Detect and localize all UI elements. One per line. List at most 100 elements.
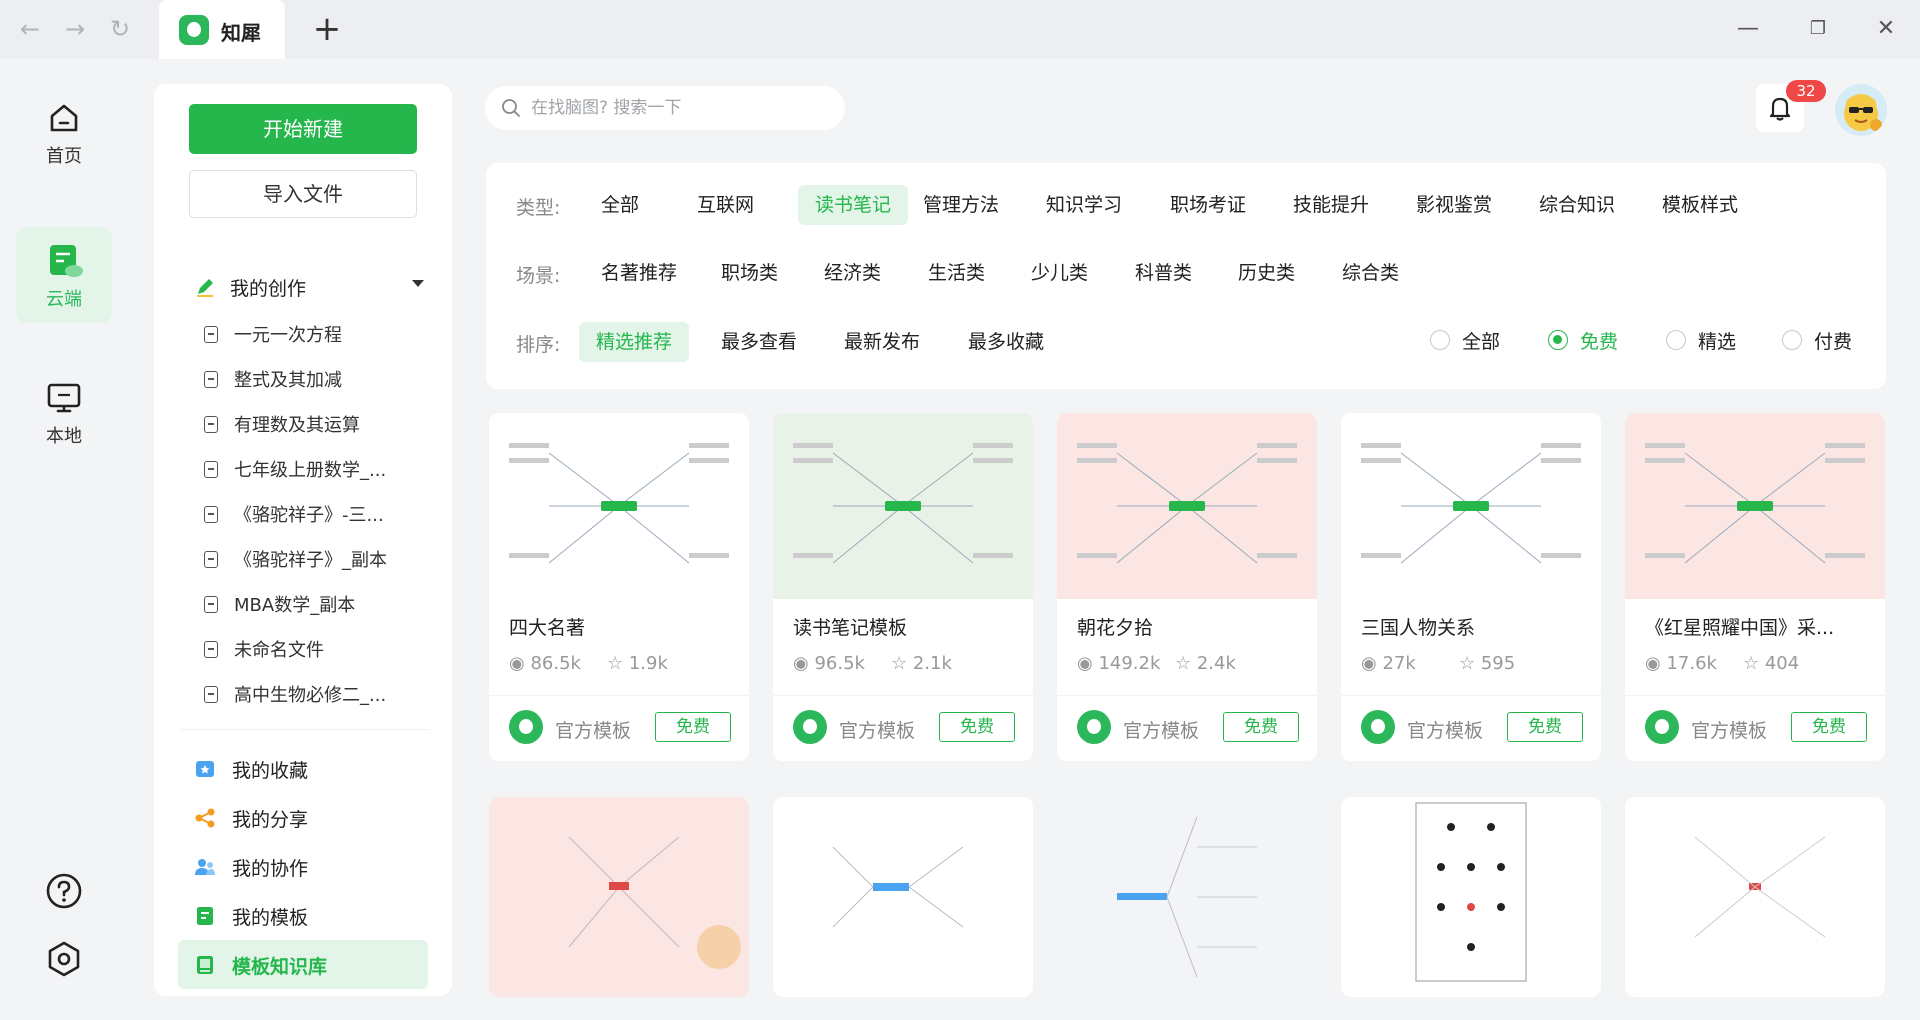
template-card[interactable]: 《红星照耀中国》采... ◉ 17.6k ☆ 404 官方模板 免费 — [1625, 413, 1885, 761]
template-card[interactable] — [1057, 797, 1317, 997]
file-item[interactable]: 未命名文件 — [204, 632, 404, 677]
file-item[interactable]: MBA数学_副本 — [204, 587, 404, 632]
type-chip[interactable]: 知识学习 — [1029, 185, 1139, 225]
scene-chip[interactable]: 名著推荐 — [584, 253, 694, 293]
eye-icon: ◉ — [793, 653, 815, 674]
rail-item-local[interactable]: 本地 — [16, 364, 112, 460]
sort-chip-active[interactable]: 精选推荐 — [579, 322, 690, 362]
template-card[interactable] — [1625, 797, 1885, 997]
scene-chip[interactable]: 历史类 — [1221, 253, 1312, 293]
template-card[interactable] — [773, 797, 1033, 997]
sidebar-item-collaborate[interactable]: 我的协作 — [178, 842, 428, 891]
type-chip[interactable]: 综合知识 — [1522, 185, 1632, 225]
scene-chip[interactable]: 少儿类 — [1014, 253, 1105, 293]
template-card[interactable]: 读书笔记模板 ◉ 96.5k ☆ 2.1k 官方模板 免费 — [773, 413, 1033, 761]
left-rail: 首页 云端 本地 — [0, 59, 128, 1020]
sidebar-item-templates[interactable]: 我的模板 — [178, 891, 428, 940]
help-icon[interactable] — [44, 871, 84, 911]
file-item[interactable]: 《骆驼祥子》-三... — [204, 497, 404, 542]
scene-chip[interactable]: 科普类 — [1118, 253, 1209, 293]
settings-icon[interactable] — [44, 939, 84, 979]
type-chip[interactable]: 管理方法 — [906, 185, 1016, 225]
star-icon: ☆ — [607, 653, 629, 674]
scene-chip[interactable]: 经济类 — [807, 253, 898, 293]
sort-chip[interactable]: 最多收藏 — [951, 322, 1061, 362]
eye-icon: ◉ — [1361, 653, 1383, 674]
file-item[interactable]: 《骆驼祥子》_副本 — [204, 542, 404, 587]
official-logo-icon — [793, 710, 827, 744]
sidebar-item-label: 模板知识库 — [232, 956, 328, 978]
radio-dot — [1548, 330, 1568, 350]
template-card[interactable] — [489, 797, 749, 997]
type-chip[interactable]: 互联网 — [680, 185, 771, 225]
file-item[interactable]: 高中生物必修二_... — [204, 677, 404, 722]
new-tab-button[interactable]: + — [312, 10, 342, 48]
star-count: ☆ 595 — [1459, 653, 1516, 674]
back-icon[interactable]: ← — [15, 14, 45, 44]
my-creations-header[interactable]: 我的创作 — [194, 272, 424, 302]
divider — [180, 729, 430, 730]
template-card[interactable]: 四大名著 ◉ 86.5k ☆ 1.9k 官方模板 免费 — [489, 413, 749, 761]
radio-dot — [1782, 330, 1802, 350]
scene-chip[interactable]: 生活类 — [911, 253, 1002, 293]
my-creations-title: 我的创作 — [230, 278, 307, 300]
type-chip-active[interactable]: 读书笔记 — [798, 185, 909, 225]
sidebar-item-library[interactable]: 模板知识库 — [178, 940, 428, 989]
minimize-button[interactable]: — — [1730, 12, 1766, 46]
refresh-icon[interactable]: ↻ — [105, 14, 135, 44]
scene-chip[interactable]: 综合类 — [1325, 253, 1416, 293]
file-item[interactable]: 七年级上册数学_... — [204, 452, 404, 497]
avatar[interactable] — [1835, 84, 1887, 136]
file-item[interactable]: 有理数及其运算 — [204, 407, 404, 452]
new-file-button[interactable]: 开始新建 — [189, 104, 417, 154]
rail-item-cloud[interactable]: 云端 — [16, 227, 112, 323]
file-icon — [204, 551, 218, 568]
collaborate-icon — [195, 859, 215, 875]
type-chip[interactable]: 影视鉴赏 — [1399, 185, 1509, 225]
sort-chip[interactable]: 最新发布 — [827, 322, 937, 362]
import-file-button[interactable]: 导入文件 — [189, 170, 417, 218]
official-logo-icon — [1077, 710, 1111, 744]
view-count: ◉ 96.5k — [793, 653, 865, 674]
free-badge: 免费 — [1791, 712, 1867, 742]
file-icon — [204, 596, 218, 613]
chevron-down-icon[interactable] — [412, 280, 424, 287]
card-title: 《红星照耀中国》采... — [1645, 617, 1835, 639]
star-icon: ☆ — [1743, 653, 1765, 674]
file-item[interactable]: 一元一次方程 — [204, 317, 404, 362]
sidebar-item-share[interactable]: 我的分享 — [178, 793, 428, 842]
type-chip[interactable]: 职场考证 — [1153, 185, 1263, 225]
file-item[interactable]: 整式及其加减 — [204, 362, 404, 407]
search-input[interactable] — [531, 86, 831, 130]
template-card[interactable]: 朝花夕拾 ◉ 149.2k ☆ 2.4k 官方模板 免费 — [1057, 413, 1317, 761]
rail-item-home[interactable]: 首页 — [16, 84, 112, 180]
library-icon — [197, 956, 213, 974]
sidebar-item-favorites[interactable]: 我的收藏 — [178, 744, 428, 793]
close-button[interactable]: ✕ — [1868, 12, 1904, 46]
type-chip[interactable]: 全部 — [584, 185, 656, 225]
forward-icon[interactable]: → — [60, 14, 90, 44]
template-card[interactable]: 三国人物关系 ◉ 27k ☆ 595 官方模板 免费 — [1341, 413, 1601, 761]
app-tab[interactable]: 知犀 — [159, 0, 285, 59]
app-logo-icon — [179, 15, 209, 45]
title-bar: ← → ↻ 知犀 + — ❐ ✕ — [0, 0, 1920, 59]
type-filter-row: 类型: 全部 互联网 读书笔记 管理方法 知识学习 职场考证 技能提升 影视鉴赏… — [516, 183, 1856, 227]
card-divider — [1625, 695, 1885, 696]
filter-panel: 类型: 全部 互联网 读书笔记 管理方法 知识学习 职场考证 技能提升 影视鉴赏… — [486, 163, 1886, 389]
type-chip[interactable]: 技能提升 — [1276, 185, 1386, 225]
eye-icon: ◉ — [1077, 653, 1099, 674]
sort-chip[interactable]: 最多查看 — [704, 322, 814, 362]
radio-dot — [1666, 330, 1686, 350]
scene-filter-label: 场景: — [516, 265, 561, 287]
notification-badge: 32 — [1786, 80, 1826, 102]
type-chip[interactable]: 模板样式 — [1645, 185, 1755, 225]
scene-chip[interactable]: 职场类 — [704, 253, 795, 293]
rail-label-home: 首页 — [46, 146, 82, 167]
template-card[interactable] — [1341, 797, 1601, 997]
radio-label: 全部 — [1462, 331, 1501, 353]
official-logo-icon — [1361, 710, 1395, 744]
star-count: ☆ 2.1k — [891, 653, 952, 674]
maximize-button[interactable]: ❐ — [1800, 12, 1836, 46]
view-count: ◉ 86.5k — [509, 653, 581, 674]
search-icon — [502, 99, 520, 117]
